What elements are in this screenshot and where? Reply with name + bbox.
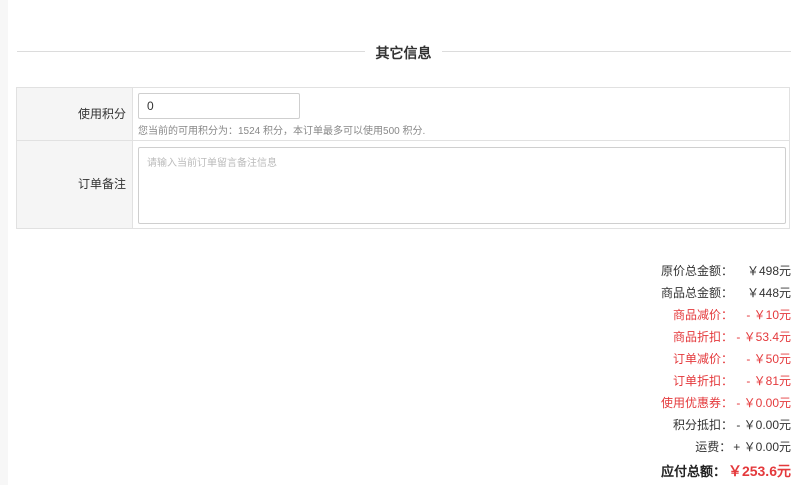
remark-label: 订单备注: [17, 141, 133, 228]
summary-row-order-discount: 订单折扣： - ￥81元: [491, 370, 791, 392]
price-summary: 原价总金额： ￥498元 商品总金额： ￥448元 商品减价： - ￥10元 商品折扣…: [491, 260, 791, 484]
other-info-form: 使用积分 您当前的可用积分为：1524 积分，本订单最多可以使用500 积分. …: [16, 87, 790, 229]
section-divider-right: [442, 51, 791, 52]
summary-label: 商品总金额：: [660, 286, 733, 300]
summary-value: - ￥0.00元: [736, 418, 791, 432]
summary-row-points-deduction: 积分抵扣： - ￥0.00元: [491, 414, 791, 436]
summary-label: 运费：: [695, 440, 732, 454]
left-gutter: [0, 0, 8, 485]
summary-label: 积分抵扣：: [672, 418, 733, 432]
summary-row-original: 原价总金额： ￥498元: [491, 260, 791, 282]
order-other-info-page: 其它信息 使用积分 您当前的可用积分为：1524 积分，本订单最多可以使用500…: [0, 0, 800, 485]
remark-row: 订单备注: [17, 141, 789, 228]
summary-row-total: 应付总额： ￥253.6元: [491, 458, 791, 484]
points-hint: 您当前的可用积分为：1524 积分，本订单最多可以使用500 积分.: [138, 126, 426, 137]
summary-row-goods-discount: 商品折扣： - ￥53.4元: [491, 326, 791, 348]
summary-value: + ￥0.00元: [733, 440, 791, 454]
points-row: 使用积分 您当前的可用积分为：1524 积分，本订单最多可以使用500 积分.: [17, 88, 789, 141]
summary-label: 商品折扣：: [672, 330, 733, 344]
summary-value: - ￥0.00元: [736, 396, 791, 410]
summary-value: ￥498元: [746, 264, 791, 278]
summary-label: 原价总金额：: [660, 264, 733, 278]
summary-value: - ￥81元: [746, 374, 791, 388]
section-header: 其它信息: [17, 38, 791, 64]
points-label: 使用积分: [17, 88, 133, 140]
summary-value: ￥448元: [746, 286, 791, 300]
section-title: 其它信息: [375, 45, 432, 61]
summary-value: - ￥50元: [746, 352, 791, 366]
total-label: 应付总额：: [660, 464, 726, 479]
remark-textarea[interactable]: [138, 147, 786, 224]
total-value: ￥253.6元: [727, 463, 791, 479]
section-divider-left: [17, 51, 365, 52]
summary-row-goods: 商品总金额： ￥448元: [491, 282, 791, 304]
points-input[interactable]: [138, 93, 300, 119]
summary-label: 订单折扣：: [672, 374, 733, 388]
summary-row-goods-reduction: 商品减价： - ￥10元: [491, 304, 791, 326]
summary-label: 使用优惠券：: [660, 396, 733, 410]
summary-label: 订单减价：: [672, 352, 733, 366]
summary-value: - ￥10元: [746, 308, 791, 322]
summary-value: - ￥53.4元: [736, 330, 791, 344]
summary-row-coupon: 使用优惠券： - ￥0.00元: [491, 392, 791, 414]
summary-row-order-reduction: 订单减价： - ￥50元: [491, 348, 791, 370]
summary-label: 商品减价：: [672, 308, 733, 322]
summary-row-shipping: 运费： + ￥0.00元: [491, 436, 791, 458]
